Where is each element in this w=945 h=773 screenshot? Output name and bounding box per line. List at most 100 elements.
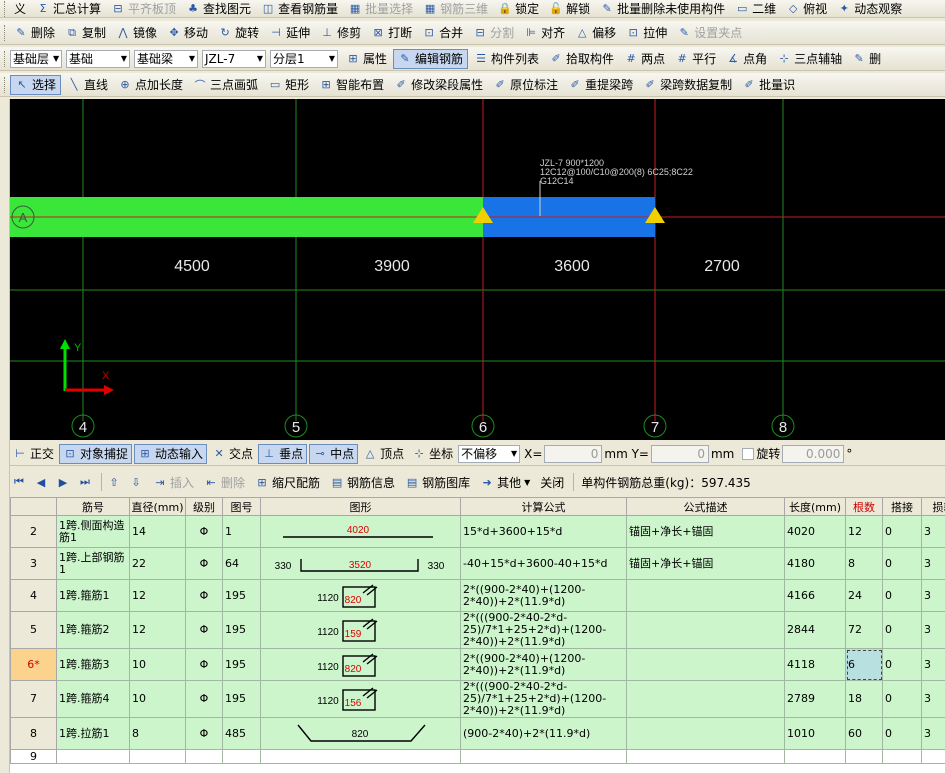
cell-figure-no[interactable] <box>222 749 261 764</box>
cell-shape[interactable]: 330 3520 330 <box>260 547 461 580</box>
draw-toolbar-button-2[interactable]: ⊕ 点加长度 <box>114 75 187 95</box>
cell-description[interactable] <box>626 611 785 649</box>
edit-toolbar-button-5[interactable]: ⊣ 延伸 <box>265 23 314 43</box>
cell-description[interactable] <box>626 749 785 764</box>
component-button-0[interactable]: ⊞ 属性 <box>342 49 391 69</box>
table-row[interactable]: 2 1跨.侧面构造筋1 14 Φ 1 4020 15*d+3600+15*d 锚固+净长+锚固… <box>10 515 945 548</box>
cell-loss[interactable]: 3 <box>921 680 945 718</box>
col-header[interactable]: 长度(mm) <box>784 497 846 516</box>
cell-figure-no[interactable]: 195 <box>222 680 261 718</box>
main-toolbar-button-12[interactable]: ✦ 动态观察 <box>833 0 906 17</box>
component-button-8[interactable]: ✎ 删 <box>848 49 885 69</box>
main-toolbar-button-11[interactable]: ◇ 俯视 <box>782 0 831 17</box>
snap-toggle-2[interactable]: ⊞ 动态输入 <box>134 443 208 464</box>
cell-lap[interactable]: 0 <box>882 680 922 718</box>
cell-description[interactable]: 锚固+净长+锚固 <box>626 515 785 548</box>
other-button[interactable]: ➜ 其他 ▼ <box>476 472 534 492</box>
cell-length[interactable]: 4118 <box>784 648 846 681</box>
cell-rebar-name[interactable]: 1跨.侧面构造筋1 <box>56 515 130 548</box>
col-header[interactable]: 搭接 <box>882 497 922 516</box>
edit-toolbar-button-2[interactable]: ⋀ 镜像 <box>112 23 161 43</box>
snap-toggle-1[interactable]: ⊡ 对象捕捉 <box>59 443 133 464</box>
row-number[interactable]: 4 <box>10 579 57 612</box>
table-row[interactable]: 7 1跨.箍筋4 10 Φ 195 1120 156 2*(((900-2*40-2*d-25… <box>10 680 945 718</box>
cell-shape[interactable]: 4020 <box>260 515 461 548</box>
cell-figure-no[interactable]: 64 <box>222 547 261 580</box>
edit-toolbar-button-0[interactable]: ✎ 删除 <box>10 23 59 43</box>
edit-toolbar-button-9[interactable]: ⊟ 分割 <box>469 23 518 43</box>
cell-count[interactable]: 12 <box>845 515 883 548</box>
cell-grade[interactable]: Φ <box>185 579 223 612</box>
edit-toolbar-button-7[interactable]: ⊠ 打断 <box>367 23 416 43</box>
cell-grade[interactable]: Φ <box>185 547 223 580</box>
row-number[interactable]: 7 <box>10 680 57 718</box>
cell-formula[interactable]: 2*(((900-2*40-2*d-25)/7*1+25+2*d)+(1200-… <box>460 680 627 718</box>
cell-figure-no[interactable]: 485 <box>222 717 261 750</box>
snap-toggle-3[interactable]: ✕ 交点 <box>209 444 256 464</box>
cell-shape[interactable]: 820 <box>260 717 461 750</box>
cell-shape[interactable]: 1120 820 <box>260 648 461 681</box>
cell-lap[interactable]: 0 <box>882 579 922 612</box>
component-button-2[interactable]: ☰ 构件列表 <box>470 49 543 69</box>
draw-toolbar-button-9[interactable]: ✐ 梁跨数据复制 <box>639 75 736 95</box>
toolbar-grip[interactable] <box>4 76 7 93</box>
edit-toolbar-button-12[interactable]: ⊡ 拉伸 <box>622 23 671 43</box>
draw-toolbar-button-8[interactable]: ✐ 重提梁跨 <box>564 75 637 95</box>
delete-row-button[interactable]: ⇤ 删除 <box>200 472 249 492</box>
cell-count[interactable]: 72 <box>845 611 883 649</box>
main-toolbar-button-10[interactable]: ▭ 二维 <box>731 0 780 17</box>
rotate-angle-input[interactable]: 0.000 <box>782 444 845 463</box>
cell-rebar-name[interactable] <box>56 749 130 764</box>
cell-length[interactable]: 2844 <box>784 611 846 649</box>
toolbar-grip[interactable] <box>4 24 7 41</box>
edit-toolbar-button-11[interactable]: △ 偏移 <box>571 23 620 43</box>
col-header[interactable]: 损耗 <box>921 497 945 516</box>
cell-formula[interactable]: 2*(((900-2*40-2*d-25)/7*1+25+2*d)+(1200-… <box>460 611 627 649</box>
component-combo-2[interactable]: 基础梁 ▼ <box>134 49 198 68</box>
cell-grade[interactable]: Φ <box>185 648 223 681</box>
edit-toolbar-button-8[interactable]: ⊡ 合并 <box>418 23 467 43</box>
cell-diameter[interactable]: 12 <box>129 579 186 612</box>
scale-rebar-button[interactable]: ⊞ 缩尺配筋 <box>251 472 324 492</box>
main-toolbar-button-8[interactable]: 🔓 解锁 <box>545 0 594 17</box>
cell-rebar-name[interactable]: 1跨.上部钢筋1 <box>56 547 130 580</box>
cell-formula[interactable]: 15*d+3600+15*d <box>460 515 627 548</box>
col-header[interactable]: 直径(mm) <box>129 497 186 516</box>
table-row[interactable]: 8 1跨.拉筋1 8 Φ 485 820 (900-2*40)+2*(11.9*d) 1010… <box>10 717 945 750</box>
cell-grade[interactable]: Φ <box>185 680 223 718</box>
col-header[interactable]: 根数 <box>845 497 883 516</box>
main-toolbar-button-6[interactable]: ▦ 钢筋三维 <box>419 0 492 17</box>
cell-description[interactable] <box>626 648 785 681</box>
main-toolbar-button-4[interactable]: ◫ 查看钢筋量 <box>257 0 342 17</box>
col-header[interactable]: 公式描述 <box>626 497 785 516</box>
draw-toolbar-button-3[interactable]: ⌒ 三点画弧 <box>189 75 262 95</box>
cell-shape[interactable]: 1120 820 <box>260 579 461 612</box>
edit-toolbar-button-10[interactable]: ⊫ 对齐 <box>520 23 569 43</box>
cell-count[interactable]: 18 <box>845 680 883 718</box>
x-coordinate-input[interactable]: 0 <box>544 444 603 463</box>
cell-formula[interactable]: -40+15*d+3600-40+15*d <box>460 547 627 580</box>
rebar-library-button[interactable]: ▤ 钢筋图库 <box>401 472 474 492</box>
snap-toggle-0[interactable]: ⊢ 正交 <box>10 444 57 464</box>
cell-description[interactable] <box>626 680 785 718</box>
row-number[interactable]: 6* <box>10 648 57 681</box>
rebar-grid[interactable]: 筋号 直径(mm) 级别 图号 图形 计算公式 公式描述 长度(mm) 根数 搭… <box>10 497 945 773</box>
cell-lap[interactable]: 0 <box>882 515 922 548</box>
toolbar-grip[interactable] <box>4 0 7 17</box>
cell-length[interactable]: 4180 <box>784 547 846 580</box>
cell-count[interactable]: 24 <box>845 579 883 612</box>
offset-select[interactable]: 不偏移 ▼ <box>458 444 521 463</box>
main-toolbar-button-3[interactable]: ♣ 查找图元 <box>182 0 255 17</box>
component-button-3[interactable]: ✐ 拾取构件 <box>545 49 618 69</box>
table-row[interactable]: 5 1跨.箍筋2 12 Φ 195 1120 159 2*(((900-2*40-2*d-25… <box>10 611 945 649</box>
cell-grade[interactable]: Φ <box>185 717 223 750</box>
snap-toggle-6[interactable]: △ 顶点 <box>360 444 407 464</box>
row-number[interactable]: 2 <box>10 515 57 548</box>
draw-toolbar-button-0[interactable]: ↖ 选择 <box>10 74 62 95</box>
main-toolbar-button-9[interactable]: ✎ 批量删除未使用构件 <box>596 0 729 17</box>
cell-rebar-name[interactable]: 1跨.箍筋1 <box>56 579 130 612</box>
cell-description[interactable]: 锚固+净长+锚固 <box>626 547 785 580</box>
cell-length[interactable]: 4020 <box>784 515 846 548</box>
cell-grade[interactable]: Φ <box>185 515 223 548</box>
main-toolbar-button-7[interactable]: 🔒 锁定 <box>494 0 543 17</box>
